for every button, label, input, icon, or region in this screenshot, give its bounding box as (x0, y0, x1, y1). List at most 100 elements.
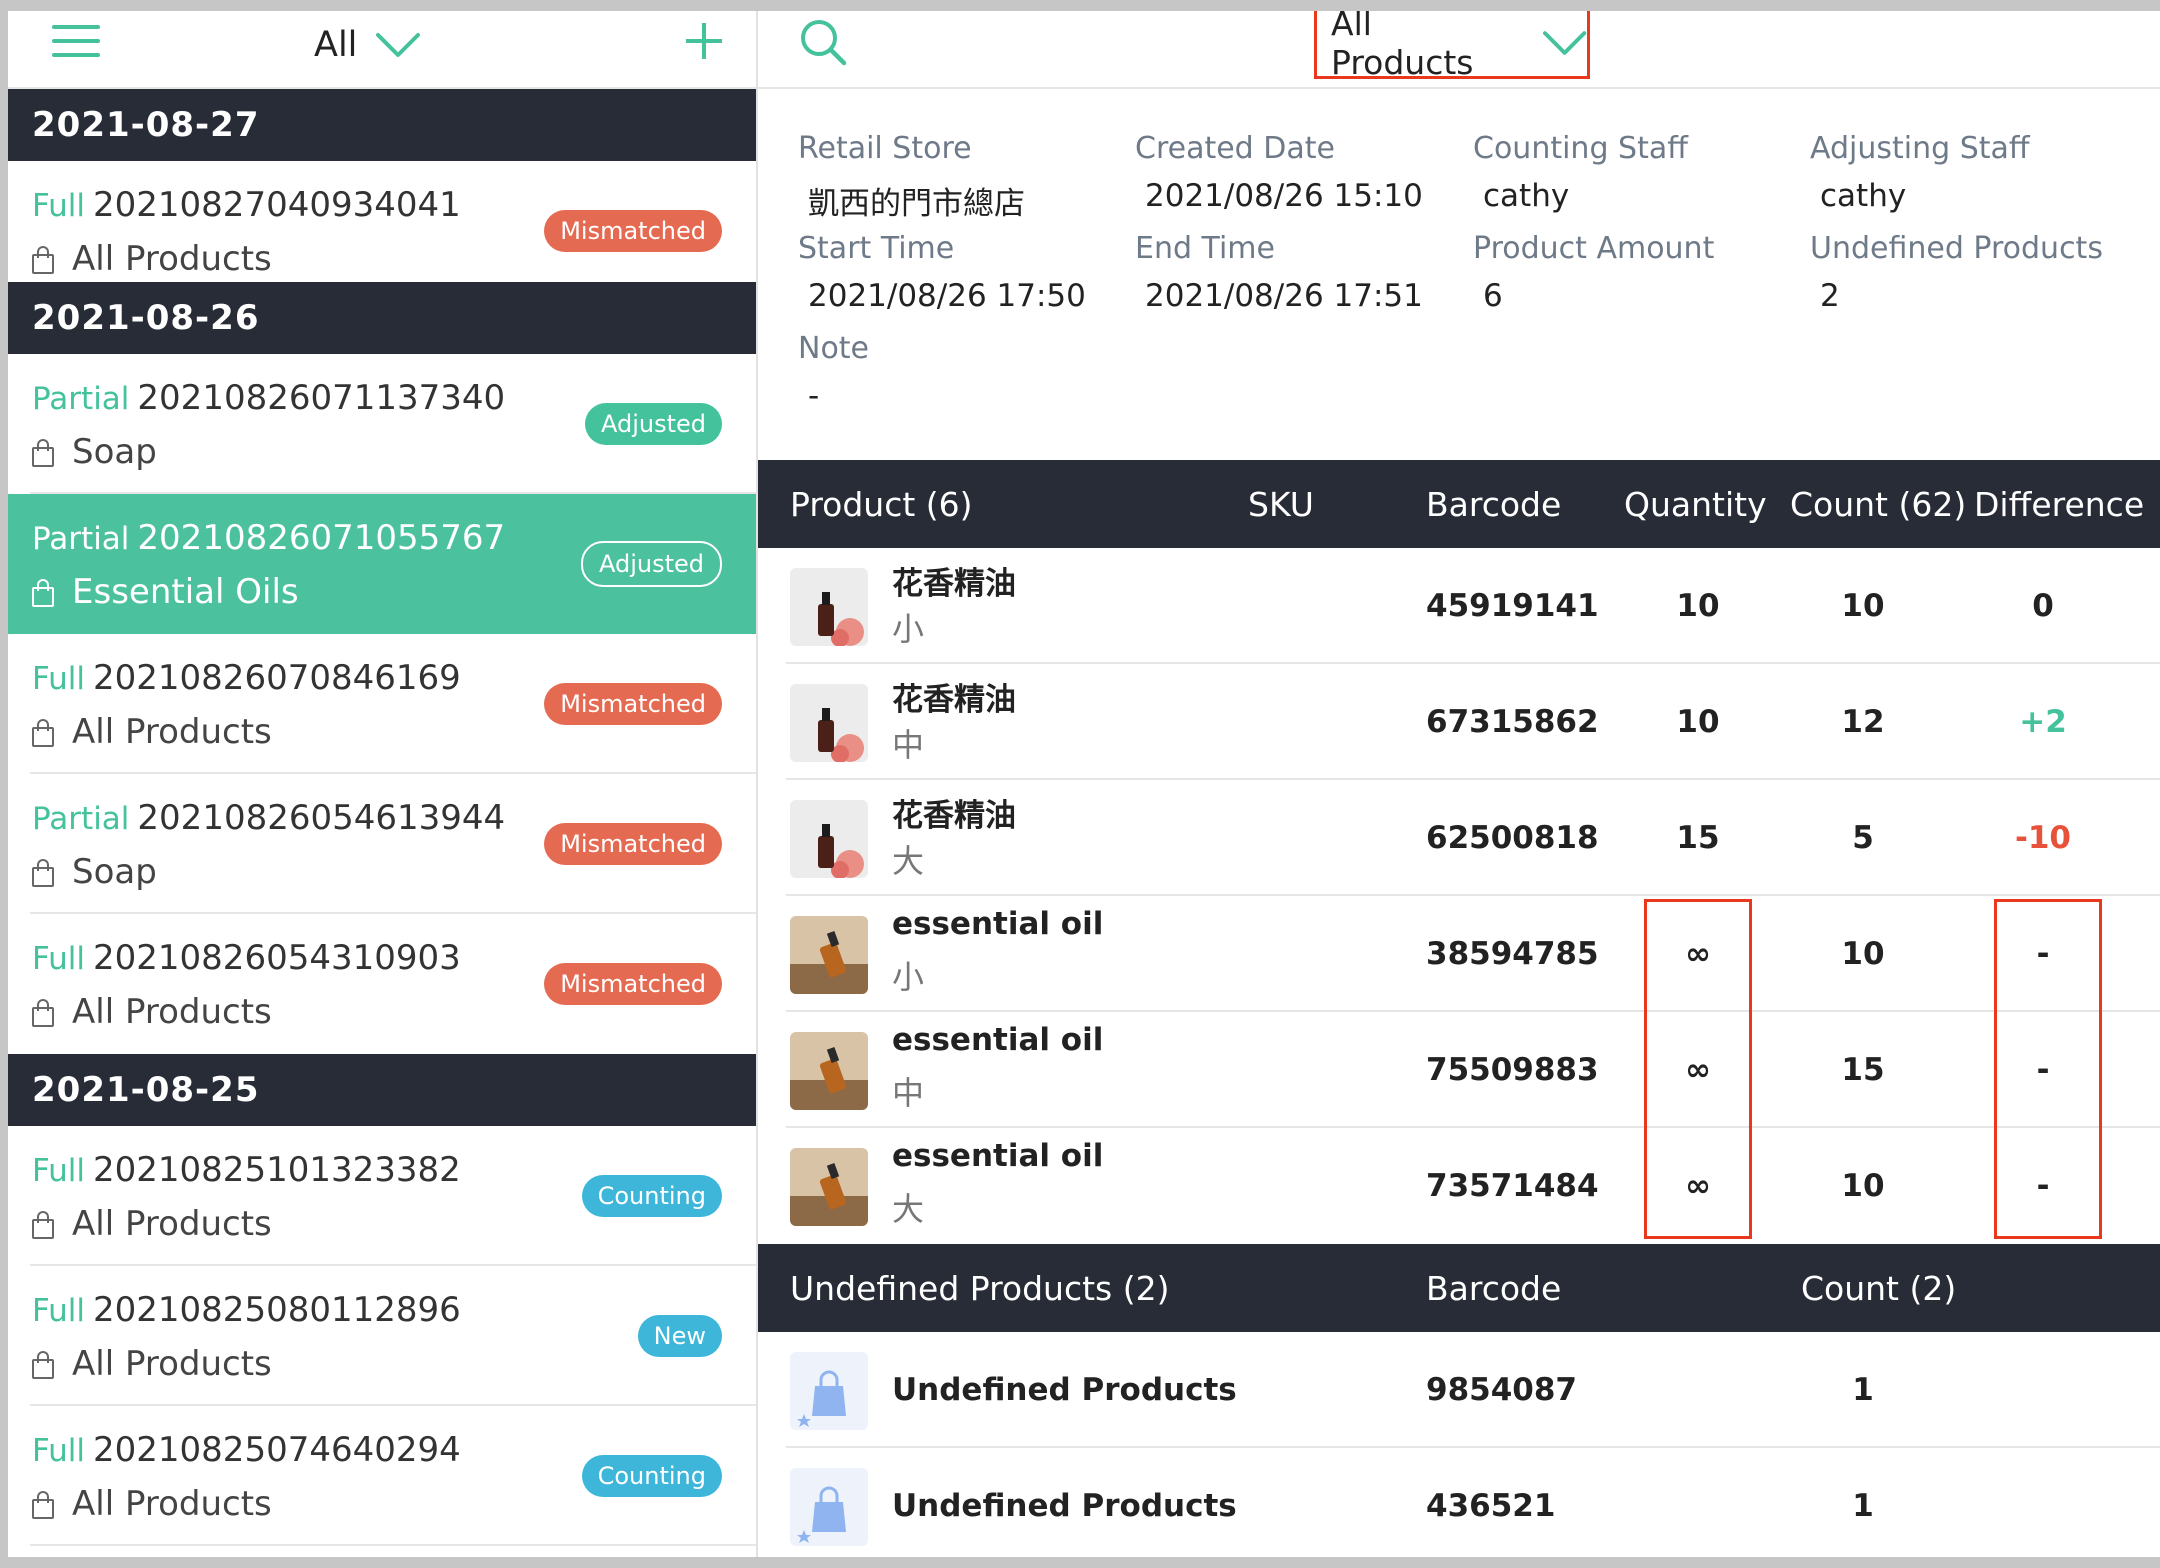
difference-highlight-box (1994, 899, 2102, 1239)
barcode-cell: 67315862 (1426, 704, 1599, 740)
product-variant: 小 (892, 610, 925, 648)
detail-toolbar: All Products (758, 11, 2160, 89)
date-group-header: 2021-08-27 (8, 89, 756, 161)
field-label: Counting Staff (1473, 131, 1688, 166)
list-item[interactable]: Full 20210825101323382 All Products Count… (8, 1126, 756, 1266)
count-cell: 15 (1841, 1052, 1885, 1088)
shopping-bag-icon (32, 859, 54, 887)
status-badge: Adjusted (584, 403, 722, 445)
product-name: essential oil (892, 906, 1104, 942)
stocktake-scope: All Products (72, 1484, 272, 1524)
product-filter-dropdown[interactable]: All Products (1314, 11, 1590, 82)
list-item[interactable]: Full 20210826054310903 All Products Misma… (8, 914, 756, 1054)
stocktake-scope: Soap (72, 852, 157, 892)
rose-oil-thumbnail (790, 568, 868, 646)
undefined-product-row[interactable]: Undefined Products 436521 1 (758, 1448, 2160, 1557)
undefined-product-row[interactable]: Undefined Products 9854087 1 (758, 1332, 2160, 1448)
field-label: End Time (1135, 231, 1275, 266)
list-item-title: Full 20210826054310903 (32, 938, 461, 978)
col-count: Count (62) (1790, 484, 1967, 524)
end-time-field: End Time 2021/08/26 17:51 (1135, 231, 1423, 314)
stocktake-scope: All Products (72, 1204, 272, 1244)
product-row[interactable]: 花香精油 大 62500818 15 5 -10 (758, 780, 2160, 896)
field-label: Retail Store (798, 131, 972, 166)
field-label: Undefined Products (1810, 231, 2103, 266)
retail-store-field: Retail Store 凱西的門市總店 (798, 131, 1025, 223)
shopping-bag-icon (32, 1351, 54, 1379)
barcode-cell: 38594785 (1426, 936, 1599, 972)
field-label: Created Date (1135, 131, 1335, 166)
shopping-bag-icon (32, 579, 54, 607)
product-row[interactable]: 花香精油 小 45919141 10 10 0 (758, 548, 2160, 664)
divider (30, 1544, 756, 1546)
shopping-bag-icon (32, 1211, 54, 1239)
product-name: 花香精油 (892, 566, 1016, 602)
count-type: Full (32, 1433, 86, 1469)
shopping-bag-icon (32, 246, 54, 274)
search-icon[interactable] (798, 17, 848, 67)
chevron-down-icon (1542, 31, 1587, 55)
add-stocktake-icon[interactable] (684, 21, 724, 61)
list-item[interactable]: Full 20210825074640294 All Products Count… (8, 1406, 756, 1546)
start-time-field: Start Time 2021/08/26 17:50 (798, 231, 1086, 314)
shopping-bag-icon (32, 439, 54, 467)
barcode-cell: 45919141 (1426, 588, 1599, 624)
product-row[interactable]: 花香精油 中 67315862 10 12 +2 (758, 664, 2160, 780)
stocktake-id: 20210825101323382 (93, 1150, 461, 1190)
shopping-bag-icon (790, 1468, 868, 1546)
app-frame: All 2021-08-27 Full 20210827040934041 All… (8, 11, 2160, 1557)
quantity-cell: 10 (1676, 704, 1720, 740)
stocktake-info: Retail Store 凱西的門市總店 Created Date 2021/0… (758, 89, 2160, 469)
product-name: essential oil (892, 1022, 1104, 1058)
col-sku: SKU (1248, 484, 1314, 524)
list-item[interactable]: Full 20210825080112896 All Products New (8, 1266, 756, 1406)
field-label: Note (798, 331, 870, 366)
product-filter-label: All Products (1331, 11, 1474, 82)
count-type: Full (32, 941, 86, 977)
list-item[interactable]: Partial 20210826071137340 Soap Adjusted (8, 354, 756, 494)
product-row[interactable]: essential oil 小 38594785 ∞ 10 - (758, 896, 2160, 1012)
list-item[interactable]: Partial 20210826054613944 Soap Mismatched (8, 774, 756, 914)
count-type: Partial (32, 381, 130, 417)
count-cell: 12 (1841, 704, 1885, 740)
menu-icon[interactable] (52, 21, 102, 61)
list-item[interactable]: Full 20210826070846169 All Products Misma… (8, 634, 756, 774)
list-item-title: Full 20210825074640294 (32, 1430, 461, 1470)
list-item[interactable]: Full 20210827040934041 All Products Misma… (8, 161, 756, 301)
field-label: Start Time (798, 231, 955, 266)
status-filter-dropdown[interactable]: All (314, 17, 421, 73)
count-type: Partial (32, 801, 130, 837)
barcode-cell: 9854087 (1426, 1372, 1577, 1408)
product-name: 花香精油 (892, 682, 1016, 718)
list-item-selected[interactable]: Partial 20210826071055767 Essential Oils … (8, 494, 756, 634)
product-amount-field: Product Amount 6 (1473, 231, 1714, 314)
list-toolbar: All (8, 11, 756, 89)
count-cell: 1 (1852, 1488, 1874, 1524)
col-difference: Difference (1974, 484, 2145, 524)
count-type: Full (32, 1293, 86, 1329)
field-value: - (808, 378, 820, 414)
stocktake-id: 20210827040934041 (93, 185, 461, 225)
rose-oil-thumbnail (790, 800, 868, 878)
quantity-cell: 15 (1676, 820, 1720, 856)
col-barcode: Barcode (1426, 1268, 1562, 1308)
status-badge: Mismatched (544, 823, 722, 865)
date-group-header: 2021-08-25 (8, 1054, 756, 1126)
chevron-down-icon (376, 33, 421, 57)
count-type: Full (32, 188, 86, 224)
product-variant: 大 (892, 1190, 925, 1228)
product-variant: 小 (892, 958, 925, 996)
barcode-cell: 75509883 (1426, 1052, 1599, 1088)
amber-oil-thumbnail (790, 916, 868, 994)
counting-staff-field: Counting Staff cathy (1473, 131, 1688, 214)
product-row[interactable]: essential oil 大 73571484 ∞ 10 - (758, 1128, 2160, 1244)
col-barcode: Barcode (1426, 484, 1562, 524)
product-row[interactable]: essential oil 中 75509883 ∞ 15 - (758, 1012, 2160, 1128)
quantity-cell: 10 (1676, 588, 1720, 624)
col-product: Product (6) (790, 484, 973, 524)
stocktake-scope: All Products (72, 239, 272, 279)
stocktake-scope: All Products (72, 992, 272, 1032)
product-name: 花香精油 (892, 798, 1016, 834)
undefined-products-field: Undefined Products 2 (1810, 231, 2103, 314)
field-value: 2021/08/26 15:10 (1145, 178, 1423, 214)
